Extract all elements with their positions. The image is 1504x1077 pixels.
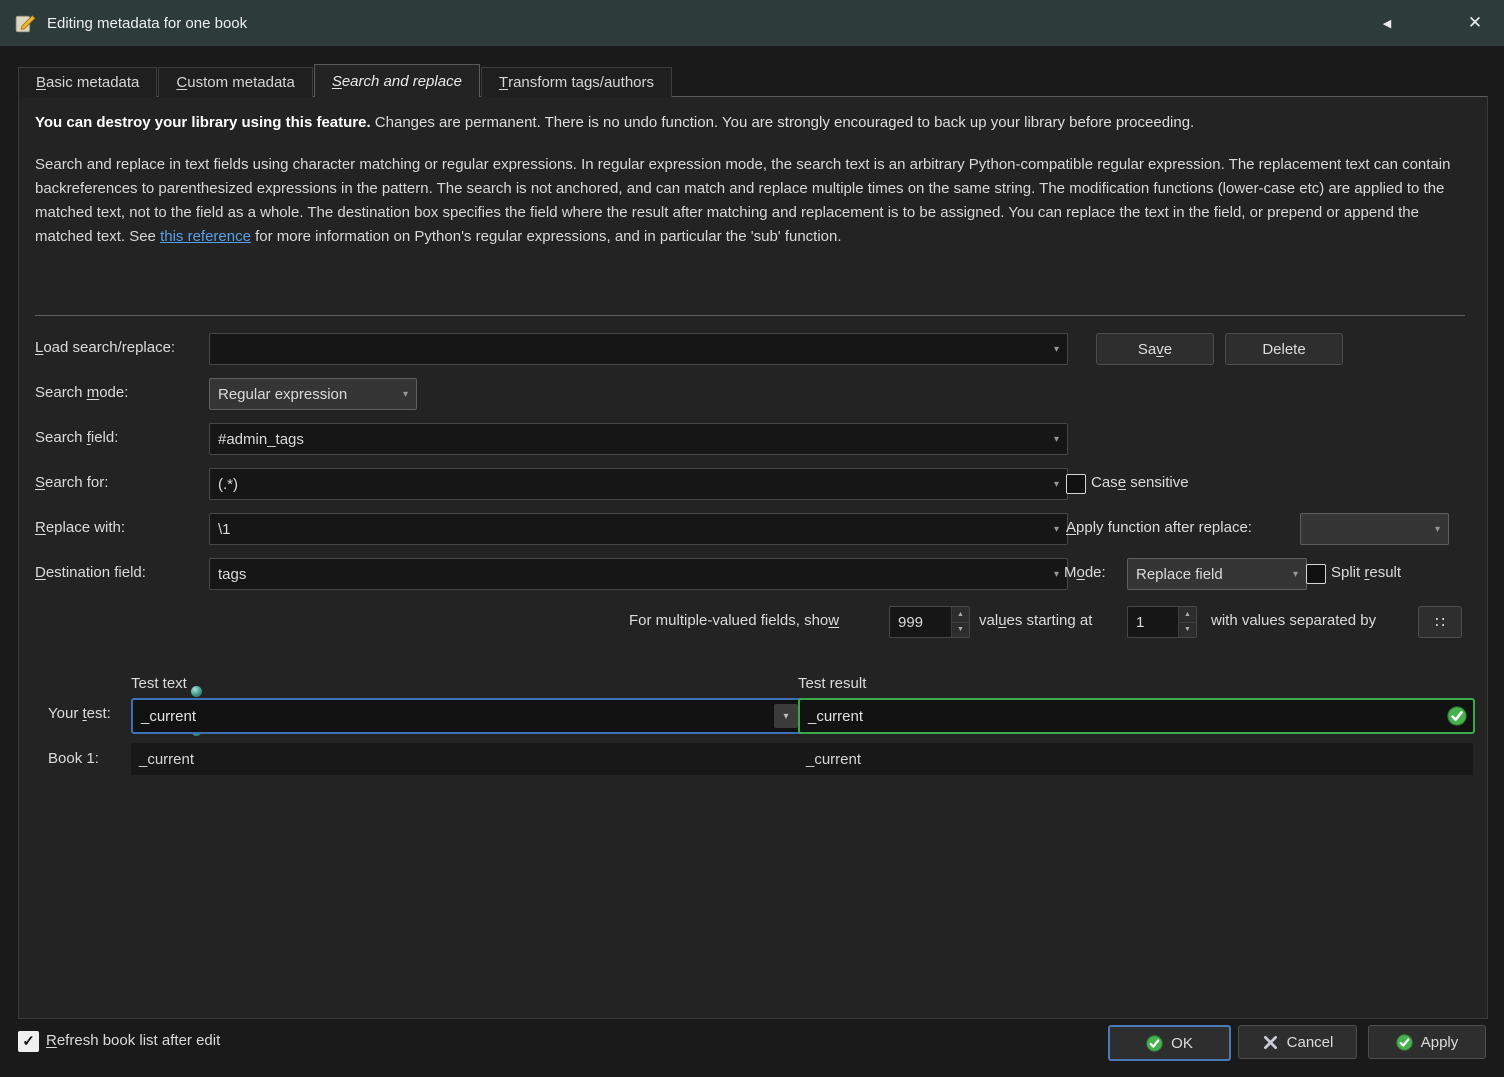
case-sensitive-label: Case sensitive [1091, 474, 1189, 491]
search-field-value: #admin_tags [218, 430, 304, 448]
chevron-down-icon: ▾ [1053, 433, 1059, 445]
load-search-replace-label: Load search/replace: [35, 339, 176, 356]
search-field-label: Search field: [35, 429, 119, 446]
feature-description: Search and replace in text fields using … [35, 153, 1469, 249]
ok-button-label: OK [1171, 1034, 1193, 1052]
search-for-label: Search for: [35, 474, 109, 491]
spinner-buttons: ▲ ▼ [1178, 607, 1196, 637]
spin-up-button[interactable]: ▲ [1179, 607, 1196, 623]
save-button[interactable]: Sa v e [1096, 333, 1214, 365]
book1-label: Book 1: [48, 750, 99, 767]
mode-label: Mode: [1064, 564, 1106, 581]
x-icon [1263, 1035, 1277, 1049]
chevron-down-icon: ▾ [402, 388, 408, 400]
close-icon: ✕ [1467, 13, 1483, 32]
separator-button[interactable]: ∷ [1418, 606, 1462, 638]
chevron-down-icon: ▾ [1434, 523, 1440, 535]
section-divider [35, 315, 1465, 316]
search-field-combo[interactable]: #admin_tags ▾ [209, 423, 1068, 455]
multi-start-label: values starting at [979, 612, 1093, 629]
dialog-window: Editing metadata for one book ◀ ✕ Basic … [0, 0, 1504, 1077]
split-result-label: Split result [1331, 564, 1402, 581]
test-result-header: Test result [798, 675, 867, 692]
your-test-label: Your test: [48, 705, 111, 722]
chevron-down-icon: ▾ [783, 710, 789, 722]
collapse-arrow-button[interactable]: ◀ [1372, 8, 1402, 38]
multi-show-label: For multiple-valued fields, show [629, 612, 840, 629]
load-search-replace-combo[interactable]: ▾ [209, 333, 1068, 365]
your-test-value: _current [141, 707, 197, 725]
search-mode-label: Search mode: [35, 384, 129, 401]
spinner-buttons: ▲ ▼ [951, 607, 969, 637]
mode-combo[interactable]: Replace field ▾ [1127, 558, 1307, 590]
book1-text-value: _current [139, 750, 195, 768]
ok-button[interactable]: OK [1108, 1025, 1231, 1061]
book1-result-field: _current [798, 743, 1473, 775]
window-title: Editing metadata for one book [47, 14, 248, 32]
spin-up-button[interactable]: ▲ [952, 607, 969, 623]
test-text-header: Test text [131, 675, 187, 692]
your-test-input[interactable]: _current ▾ [131, 698, 804, 734]
replace-with-value: \1 [218, 520, 231, 538]
delete-button[interactable]: Delete [1225, 333, 1343, 365]
chevron-down-icon: ▾ [1053, 478, 1059, 490]
apply-function-combo[interactable]: ▾ [1300, 513, 1449, 545]
chevron-down-icon: ▾ [1053, 568, 1059, 580]
tab-custom-metadata[interactable]: Custom metadata [158, 67, 313, 97]
book1-text-field: _current [131, 743, 809, 775]
split-result-checkbox[interactable] [1306, 564, 1326, 584]
check-icon: ✓ [22, 1033, 35, 1050]
cancel-button-label: Cancel [1286, 1033, 1334, 1051]
chevron-down-icon: ▾ [1053, 523, 1059, 535]
destroy-warning-rest: Changes are permanent. There is no undo … [370, 114, 1195, 131]
search-for-combo[interactable]: (.*) ▾ [209, 468, 1068, 500]
chevron-down-icon: ▾ [1292, 568, 1298, 580]
your-test-dropdown-button[interactable]: ▾ [774, 704, 798, 728]
tab-basic-metadata[interactable]: Basic metadata [18, 67, 158, 97]
chevron-left-icon: ◀ [1382, 17, 1392, 30]
book1-result-value: _current [806, 750, 862, 768]
mode-value: Replace field [1136, 565, 1223, 583]
destroy-warning-bold: You can destroy your library using this … [35, 114, 371, 131]
apply-button-label: Apply [1420, 1033, 1459, 1051]
destination-field-combo[interactable]: tags ▾ [209, 558, 1068, 590]
destination-field-value: tags [218, 565, 247, 583]
tab-search-and-replace[interactable]: Search and replace [313, 64, 480, 97]
close-button[interactable]: ✕ [1460, 8, 1490, 38]
check-circle-icon [1146, 1034, 1163, 1052]
check-circle-icon [1396, 1033, 1413, 1051]
chevron-down-icon: ▾ [1053, 343, 1059, 355]
multi-show-value: 999 [898, 613, 924, 631]
replace-with-combo[interactable]: \1 ▾ [209, 513, 1068, 545]
tab-transform-tags-authors[interactable]: Transform tags/authors [480, 67, 672, 97]
tab-bar: Basic metadata Custom metadata Search an… [18, 64, 673, 97]
reference-link[interactable]: this reference [160, 228, 251, 245]
refresh-book-list-checkbox[interactable]: ✓ [18, 1031, 39, 1052]
destination-field-label: Destination field: [35, 564, 146, 581]
refresh-book-list-label: Refresh book list after edit [46, 1032, 221, 1049]
search-for-value: (.*) [218, 475, 238, 493]
content-panel: You can destroy your library using this … [18, 96, 1488, 1019]
your-test-result-value: _current [808, 707, 864, 725]
titlebar: Editing metadata for one book ◀ ✕ [0, 0, 1504, 46]
search-mode-value: Regular expression [218, 385, 348, 403]
multi-separator-label: with values separated by [1211, 612, 1377, 629]
cancel-button[interactable]: Cancel [1238, 1025, 1357, 1059]
replace-with-label: Replace with: [35, 519, 126, 536]
marker-top-icon [191, 686, 202, 697]
description-after: for more information on Python's regular… [250, 228, 842, 245]
apply-button[interactable]: Apply [1368, 1025, 1486, 1059]
multi-start-value: 1 [1136, 613, 1145, 631]
check-circle-icon [1447, 706, 1467, 726]
spin-down-button[interactable]: ▼ [1179, 622, 1196, 637]
spin-down-button[interactable]: ▼ [952, 622, 969, 637]
edit-metadata-icon [15, 14, 36, 32]
case-sensitive-checkbox[interactable] [1066, 474, 1086, 494]
destroy-warning: You can destroy your library using this … [35, 113, 1471, 133]
apply-function-label: Apply function after replace: [1066, 519, 1252, 536]
multi-start-spinner[interactable]: 1 ▲ ▼ [1127, 606, 1197, 638]
your-test-result: _current [798, 698, 1475, 734]
multi-show-spinner[interactable]: 999 ▲ ▼ [889, 606, 970, 638]
search-mode-combo[interactable]: Regular expression ▾ [209, 378, 417, 410]
